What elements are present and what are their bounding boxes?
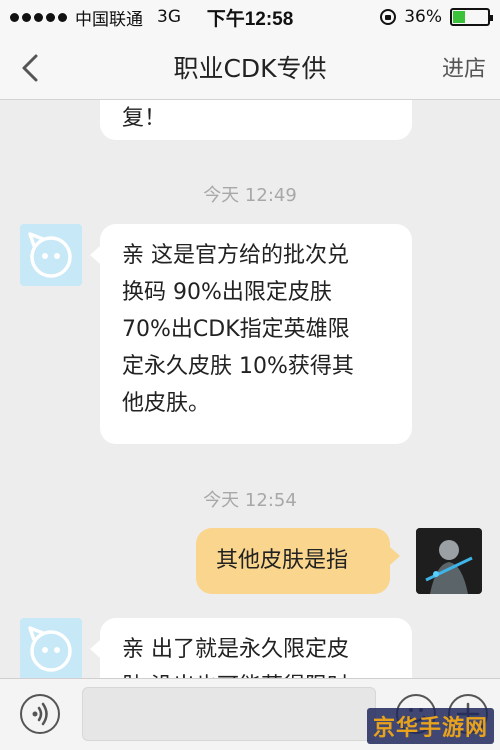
battery-icon	[450, 8, 493, 26]
chevron-left-icon[interactable]	[14, 50, 50, 86]
avatar[interactable]	[20, 224, 82, 286]
message-bubble-partial: 复！	[100, 100, 412, 140]
message-timestamp: 今天 12:54	[203, 490, 297, 511]
chat-face-icon	[28, 232, 72, 278]
message-text: 其他皮肤是指	[216, 548, 349, 573]
message-bubble[interactable]: 亲 出了就是永久限定皮 肤 没出也可能获得限时	[90, 618, 412, 678]
message-bubble[interactable]: 亲 这是官方给的批次兑 换码 90%出限定皮肤 70%出CDK指定英雄限 定永久…	[90, 224, 412, 444]
message-line: 肤 没出也可能获得限时	[122, 668, 390, 678]
carrier-label: 中国联通	[75, 9, 143, 30]
chat-area[interactable]: 复！ 今天 12:49 亲 这是官方给的批次兑 换码 90%出限定皮肤 70%出…	[0, 100, 500, 678]
chat-face-icon	[28, 626, 72, 672]
message-line: 定永久皮肤 10%获得其	[122, 354, 354, 379]
user-avatar[interactable]	[416, 528, 482, 594]
voice-icon	[32, 702, 48, 726]
enter-store-button[interactable]: 进店	[442, 51, 486, 83]
message-text: 复！	[122, 106, 167, 131]
battery-percent: 36%	[404, 7, 442, 27]
rotation-lock-icon	[380, 9, 397, 25]
message-line: 70%出CDK指定英雄限	[122, 317, 350, 342]
avatar[interactable]	[20, 618, 82, 678]
signal-dots-icon	[10, 12, 67, 22]
input-bar: 京华手游网	[0, 678, 500, 750]
message-line: 换码 90%出限定皮肤	[122, 280, 332, 305]
message-input[interactable]	[82, 687, 376, 741]
network-type: 3G	[157, 7, 181, 27]
message-timestamp: 今天 12:49	[203, 185, 297, 206]
message-bubble-user[interactable]: 其他皮肤是指	[196, 528, 400, 594]
message-line: 亲 这是官方给的批次兑	[122, 243, 349, 268]
status-time: 下午12:58	[206, 8, 294, 30]
nav-bar: 职业CDK专供 进店	[0, 34, 500, 100]
watermark-logo: 京华手游网	[366, 708, 494, 744]
user-avatar-image	[416, 528, 482, 594]
message-line: 他皮肤。	[122, 391, 211, 416]
voice-button[interactable]	[20, 694, 60, 734]
message-line: 亲 出了就是永久限定皮	[122, 637, 349, 662]
chat-title: 职业CDK专供	[173, 53, 327, 83]
status-bar: 中国联通 3G 下午12:58 36%	[0, 0, 500, 34]
